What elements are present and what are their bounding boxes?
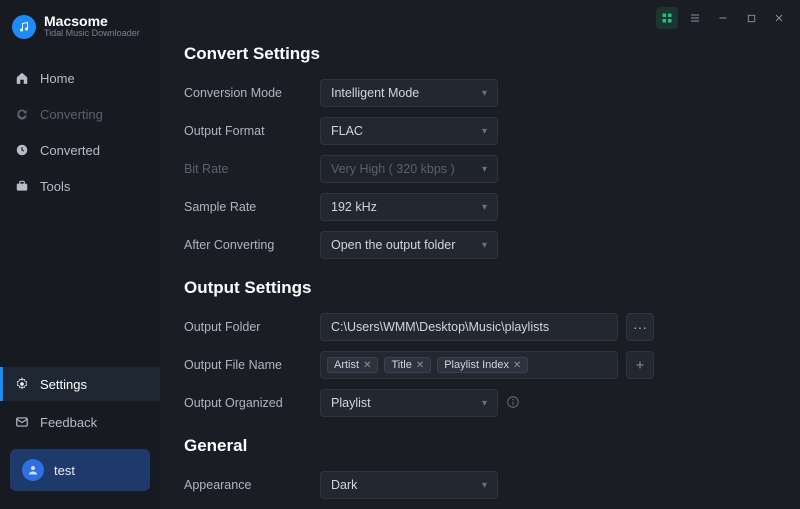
sidebar-item-feedback[interactable]: Feedback xyxy=(0,405,160,439)
filename-tag: Title✕ xyxy=(384,357,431,373)
titlebar-close-button[interactable] xyxy=(768,7,790,29)
toolbox-icon xyxy=(14,178,30,194)
avatar-icon xyxy=(22,459,44,481)
clock-icon xyxy=(14,142,30,158)
chevron-down-icon: ▾ xyxy=(482,480,487,491)
sidebar-item-label: Home xyxy=(40,71,75,86)
titlebar-minimize-button[interactable] xyxy=(712,7,734,29)
more-icon: ··· xyxy=(633,319,647,335)
mail-icon xyxy=(14,414,30,430)
select-value: FLAC xyxy=(331,124,363,138)
label-conversion-mode: Conversion Mode xyxy=(184,86,320,100)
label-output-folder: Output Folder xyxy=(184,320,320,334)
label-appearance: Appearance xyxy=(184,478,320,492)
tag-remove-icon[interactable]: ✕ xyxy=(513,360,521,371)
add-filename-tag-button[interactable] xyxy=(626,351,654,379)
chevron-down-icon: ▾ xyxy=(482,88,487,99)
select-value: Very High ( 320 kbps ) xyxy=(331,162,455,176)
select-conversion-mode[interactable]: Intelligent Mode ▾ xyxy=(320,79,498,107)
titlebar-menu-button[interactable] xyxy=(684,7,706,29)
sidebar: Macsome Tidal Music Downloader Home Conv… xyxy=(0,0,160,509)
titlebar xyxy=(160,0,800,36)
sidebar-item-label: Converting xyxy=(40,107,103,122)
select-value: 192 kHz xyxy=(331,200,377,214)
sidebar-item-label: Converted xyxy=(40,143,100,158)
tag-remove-icon[interactable]: ✕ xyxy=(363,360,371,371)
home-icon xyxy=(14,70,30,86)
select-value: Dark xyxy=(331,478,357,492)
input-output-folder[interactable]: C:\Users\WMM\Desktop\Music\playlists xyxy=(320,313,618,341)
label-bit-rate: Bit Rate xyxy=(184,162,320,176)
chevron-down-icon: ▾ xyxy=(482,398,487,409)
select-value: Playlist xyxy=(331,396,371,410)
content: Convert Settings Conversion Mode Intelli… xyxy=(160,36,800,509)
label-output-filename: Output File Name xyxy=(184,358,320,372)
nav: Home Converting Converted Tools xyxy=(0,61,160,203)
sidebar-item-tools[interactable]: Tools xyxy=(0,169,160,203)
chevron-down-icon: ▾ xyxy=(482,240,487,251)
user-chip[interactable]: test xyxy=(10,449,150,491)
titlebar-grid-button[interactable] xyxy=(656,7,678,29)
chevron-down-icon: ▾ xyxy=(482,202,487,213)
label-sample-rate: Sample Rate xyxy=(184,200,320,214)
info-icon[interactable] xyxy=(506,395,520,412)
user-name: test xyxy=(54,463,75,478)
chevron-down-icon: ▾ xyxy=(482,164,487,175)
select-output-format[interactable]: FLAC ▾ xyxy=(320,117,498,145)
chevron-down-icon: ▾ xyxy=(482,126,487,137)
sidebar-item-label: Settings xyxy=(40,377,87,392)
section-title-general: General xyxy=(184,436,776,456)
gear-icon xyxy=(14,376,30,392)
select-after-converting[interactable]: Open the output folder ▾ xyxy=(320,231,498,259)
sidebar-item-converting[interactable]: Converting xyxy=(0,97,160,131)
select-appearance[interactable]: Dark ▾ xyxy=(320,471,498,499)
section-title-output: Output Settings xyxy=(184,278,776,298)
filename-tag: Artist✕ xyxy=(327,357,378,373)
sidebar-item-label: Tools xyxy=(40,179,70,194)
select-value: Open the output folder xyxy=(331,238,455,252)
tag-remove-icon[interactable]: ✕ xyxy=(416,360,424,371)
sidebar-item-home[interactable]: Home xyxy=(0,61,160,95)
select-sample-rate[interactable]: 192 kHz ▾ xyxy=(320,193,498,221)
brand: Macsome Tidal Music Downloader xyxy=(0,14,160,51)
input-output-filename[interactable]: Artist✕ Title✕ Playlist Index✕ xyxy=(320,351,618,379)
titlebar-maximize-button[interactable] xyxy=(740,7,762,29)
brand-name: Macsome xyxy=(44,14,140,29)
filename-tag: Playlist Index✕ xyxy=(437,357,528,373)
label-output-format: Output Format xyxy=(184,124,320,138)
brand-logo-icon xyxy=(12,15,36,39)
label-output-organized: Output Organized xyxy=(184,396,320,410)
select-bit-rate: Very High ( 320 kbps ) ▾ xyxy=(320,155,498,183)
browse-folder-button[interactable]: ··· xyxy=(626,313,654,341)
input-value: C:\Users\WMM\Desktop\Music\playlists xyxy=(331,320,549,334)
refresh-icon xyxy=(14,106,30,122)
main: Convert Settings Conversion Mode Intelli… xyxy=(160,0,800,509)
sidebar-item-settings[interactable]: Settings xyxy=(0,367,160,401)
select-output-organized[interactable]: Playlist ▾ xyxy=(320,389,498,417)
section-title-convert: Convert Settings xyxy=(184,44,776,64)
label-after-converting: After Converting xyxy=(184,238,320,252)
sidebar-item-label: Feedback xyxy=(40,415,97,430)
sidebar-item-converted[interactable]: Converted xyxy=(0,133,160,167)
brand-subtitle: Tidal Music Downloader xyxy=(44,29,140,39)
select-value: Intelligent Mode xyxy=(331,86,419,100)
